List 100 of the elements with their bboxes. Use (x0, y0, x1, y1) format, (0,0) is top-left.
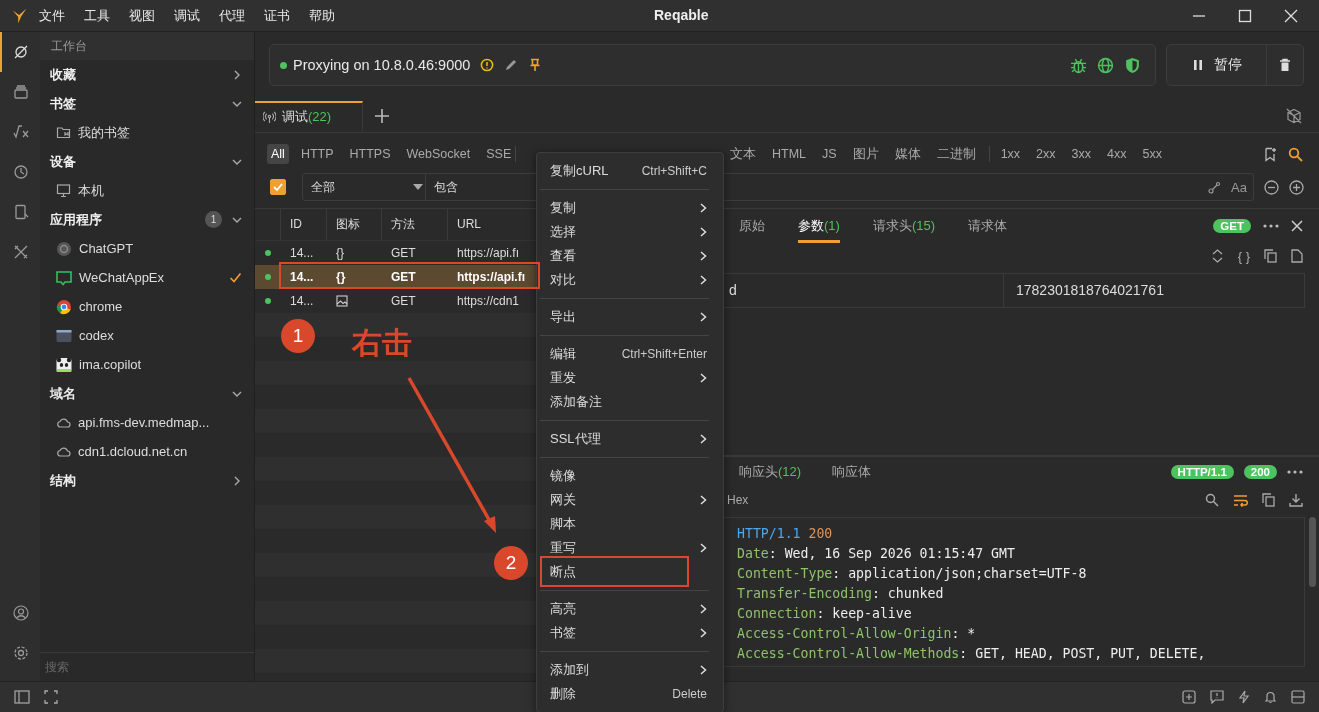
menu-item[interactable]: 重发 (537, 366, 723, 390)
sidebar-item[interactable]: ChatGPT (40, 234, 254, 263)
feedback-icon[interactable] (1210, 690, 1224, 704)
pin-icon[interactable] (528, 58, 543, 72)
column-header[interactable]: 图标 (326, 209, 381, 240)
filter-chip[interactable]: 3xx (1067, 144, 1095, 164)
close-icon[interactable] (1291, 220, 1303, 232)
menu-item[interactable]: 选择 (537, 220, 723, 244)
lightning-icon[interactable] (1238, 690, 1250, 704)
format-toggle[interactable]: { } (1237, 248, 1250, 264)
sidebar-section[interactable]: 结构 (40, 466, 254, 495)
remove-icon[interactable] (1264, 179, 1279, 195)
menu-item[interactable]: 调试 (174, 6, 200, 25)
download-icon[interactable] (1289, 493, 1303, 507)
tools-icon[interactable] (13, 244, 29, 260)
globe-icon[interactable] (1097, 56, 1114, 74)
sort-icon[interactable] (1210, 249, 1224, 263)
session-tab[interactable]: 调试(22) (255, 101, 363, 131)
add-icon[interactable] (1289, 179, 1304, 195)
sidebar-section[interactable]: 收藏 (40, 60, 254, 89)
menu-item[interactable]: 代理 (219, 6, 245, 25)
column-header[interactable]: 方法 (381, 209, 447, 240)
sidebar-item[interactable]: WeChatAppEx (40, 263, 254, 292)
copy-icon[interactable] (1262, 493, 1275, 507)
planet-icon[interactable] (13, 44, 29, 60)
detail-tab[interactable]: 响应体 (832, 457, 872, 487)
fullscreen-icon[interactable] (44, 690, 58, 704)
detail-tab[interactable]: 原始 (739, 209, 765, 243)
history-icon[interactable] (13, 164, 29, 180)
menu-item[interactable]: 复制 (537, 196, 723, 220)
more-icon[interactable] (1263, 224, 1279, 228)
filter-chip[interactable]: All (267, 144, 289, 164)
copy-icon[interactable] (1264, 249, 1277, 263)
sidebar-item[interactable]: cdn1.dcloud.net.cn (40, 437, 254, 466)
menu-item[interactable]: 断点 (537, 560, 723, 584)
bell-icon[interactable] (1264, 690, 1277, 704)
filter-chip[interactable]: WebSocket (402, 144, 475, 164)
detail-tab[interactable]: 请求头(15) (872, 209, 935, 243)
sidebar-section[interactable]: 书签 (40, 89, 254, 118)
filter-chip[interactable]: 文本 (726, 142, 760, 166)
search-icon[interactable] (1205, 493, 1219, 507)
view-mode-label[interactable]: Hex (727, 493, 749, 507)
cube-off-icon[interactable] (1286, 108, 1302, 124)
filter-chip[interactable]: 图片 (848, 142, 883, 166)
sidebar-section[interactable]: 设备 (40, 147, 254, 176)
filter-chip[interactable]: 二进制 (932, 142, 980, 166)
layout-icon[interactable] (1291, 690, 1305, 704)
menu-item[interactable]: 证书 (264, 6, 290, 25)
file-icon[interactable] (1291, 249, 1303, 263)
menu-item[interactable]: 重写 (537, 536, 723, 560)
column-header[interactable]: ID (280, 209, 326, 240)
menu-item[interactable]: 删除 Delete (537, 682, 723, 706)
settings-icon[interactable] (13, 645, 29, 661)
add-tab-icon[interactable] (374, 108, 390, 124)
bug-icon[interactable] (1070, 56, 1087, 74)
menu-item[interactable]: 镜像 (537, 464, 723, 488)
filter-chip[interactable]: 2xx (1032, 144, 1060, 164)
account-icon[interactable] (13, 605, 29, 621)
sidebar-section[interactable]: 域名 (40, 379, 254, 408)
menu-item[interactable]: 帮助 (309, 6, 335, 25)
sidebar-toggle-icon[interactable] (14, 690, 30, 704)
filter-chip[interactable]: 1xx (996, 144, 1025, 164)
maximize-icon[interactable] (1238, 8, 1252, 23)
menu-item[interactable]: 编辑 Ctrl+Shift+Enter (537, 342, 723, 366)
menu-item[interactable]: 添加备注 (537, 390, 723, 414)
sidebar-item[interactable]: 本机 (40, 176, 254, 205)
bookmark-add-icon[interactable] (1263, 146, 1278, 162)
menu-item[interactable]: 查看 (537, 244, 723, 268)
add-box-icon[interactable] (1182, 690, 1196, 704)
filter-chip[interactable]: HTML (768, 144, 811, 164)
menu-item[interactable]: SSL代理 (537, 427, 723, 451)
shield-icon[interactable] (1124, 56, 1141, 74)
detail-tab[interactable]: 请求体 (968, 209, 1007, 243)
detail-tab[interactable]: 参数(1) (798, 209, 840, 243)
sidebar-item[interactable]: ima.copilot (40, 350, 254, 379)
filter-chip[interactable]: 5xx (1138, 144, 1166, 164)
formula-icon[interactable] (13, 124, 29, 140)
sidebar-item[interactable]: codex (40, 321, 254, 350)
sidebar-item[interactable]: api.fms-dev.medmap... (40, 408, 254, 437)
checkbox[interactable] (270, 179, 286, 195)
menu-item[interactable]: 网关 (537, 488, 723, 512)
filter-chip[interactable]: SSE (482, 144, 516, 164)
sidebar-item[interactable]: 我的书签 (40, 118, 254, 147)
menu-item[interactable]: 脚本 (537, 512, 723, 536)
filter-chip[interactable]: HTTP (296, 144, 338, 164)
filter-chip[interactable]: 媒体 (890, 142, 925, 166)
filter-chip[interactable]: JS (818, 144, 841, 164)
more-icon[interactable] (1287, 470, 1303, 474)
layers-icon[interactable] (13, 84, 29, 100)
menu-item[interactable]: 添加到 (537, 658, 723, 682)
close-icon[interactable] (1284, 8, 1298, 23)
menu-item[interactable]: 视图 (129, 6, 155, 25)
wrap-icon[interactable] (1233, 493, 1248, 507)
sidebar-item[interactable]: chrome (40, 292, 254, 321)
menu-item[interactable]: 工具 (84, 6, 110, 25)
filter-chip[interactable]: HTTPS (345, 144, 395, 164)
search-icon[interactable] (1288, 146, 1303, 162)
edit-icon[interactable] (504, 58, 519, 72)
device-icon[interactable] (13, 204, 29, 220)
info-icon[interactable] (480, 58, 495, 72)
